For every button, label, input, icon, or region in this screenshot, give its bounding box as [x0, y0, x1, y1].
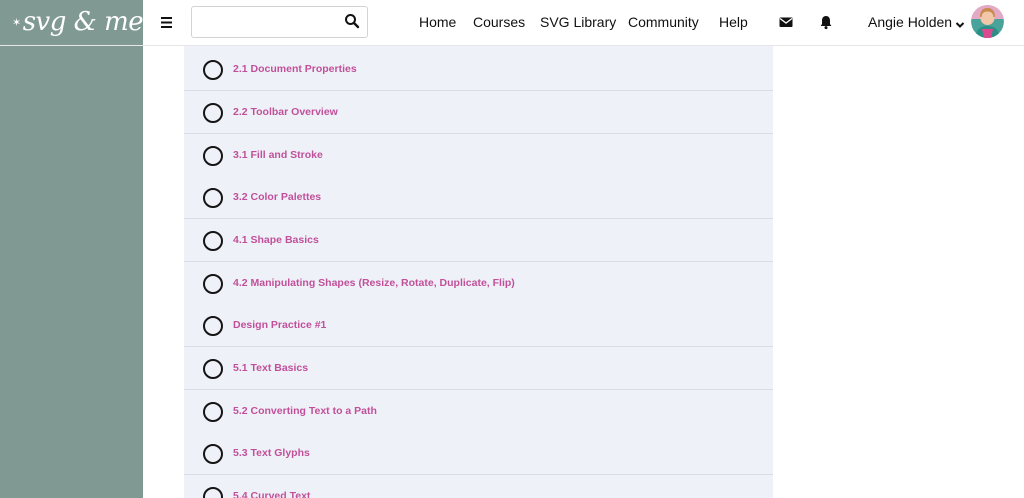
avatar[interactable] [971, 5, 1004, 38]
incomplete-circle-icon[interactable] [203, 316, 223, 336]
lesson-title[interactable]: 2.1 Document Properties [233, 61, 357, 77]
lesson-item[interactable]: 5.4 Curved Text [184, 475, 773, 498]
lesson-title[interactable]: 2.2 Toolbar Overview [233, 104, 338, 120]
lesson-title[interactable]: 3.2 Color Palettes [233, 189, 321, 205]
site-logo[interactable]: ✶svg & me ✶ [10, 5, 156, 40]
incomplete-circle-icon[interactable] [203, 103, 223, 123]
lesson-item[interactable]: 3.1 Fill and Stroke [184, 134, 773, 177]
incomplete-circle-icon[interactable] [203, 359, 223, 379]
lesson-item[interactable]: 2.2 Toolbar Overview [184, 91, 773, 134]
lesson-item[interactable]: 4.2 Manipulating Shapes (Resize, Rotate,… [184, 262, 773, 305]
incomplete-circle-icon[interactable] [203, 60, 223, 80]
incomplete-circle-icon[interactable] [203, 274, 223, 294]
incomplete-circle-icon[interactable] [203, 402, 223, 422]
lesson-item[interactable]: 5.2 Converting Text to a Path [184, 390, 773, 433]
lesson-title[interactable]: 5.4 Curved Text [233, 488, 310, 498]
lesson-item[interactable]: 3.2 Color Palettes [184, 176, 773, 219]
lesson-title[interactable]: 3.1 Fill and Stroke [233, 147, 323, 163]
lesson-title[interactable]: Design Practice #1 [233, 317, 326, 333]
incomplete-circle-icon[interactable] [203, 487, 223, 498]
nav-courses[interactable]: Courses [473, 12, 525, 32]
lesson-title[interactable]: 5.3 Text Glyphs [233, 445, 310, 461]
search-box [191, 6, 368, 38]
lesson-item[interactable]: Design Practice #1 [184, 304, 773, 347]
chevron-down-icon[interactable] [955, 17, 965, 28]
nav-community[interactable]: Community [628, 12, 699, 32]
incomplete-circle-icon[interactable] [203, 231, 223, 251]
lesson-item[interactable]: 4.1 Shape Basics [184, 219, 773, 262]
lesson-title[interactable]: 5.2 Converting Text to a Path [233, 403, 377, 419]
sidebar [0, 45, 143, 498]
incomplete-circle-icon[interactable] [203, 444, 223, 464]
search-icon[interactable] [344, 13, 360, 29]
top-navigation-bar: ✶svg & me ✶ Home Courses SVG Library Comm… [0, 0, 1024, 46]
lesson-item[interactable]: 2.1 Document Properties [184, 48, 773, 91]
logo-text: svg & me [22, 7, 144, 37]
user-name[interactable]: Angie Holden [868, 12, 952, 32]
nav-home[interactable]: Home [419, 12, 456, 32]
sparkle-icon: ✶ [12, 16, 21, 29]
hamburger-icon[interactable] [159, 13, 175, 31]
sparkle-icon: ✶ [145, 16, 154, 29]
logo-area[interactable]: ✶svg & me ✶ [0, 0, 154, 45]
lesson-item[interactable]: 5.3 Text Glyphs [184, 432, 773, 475]
incomplete-circle-icon[interactable] [203, 188, 223, 208]
bell-icon[interactable] [818, 14, 834, 30]
lesson-title[interactable]: 5.1 Text Basics [233, 360, 308, 376]
lesson-item[interactable]: 5.1 Text Basics [184, 347, 773, 390]
lesson-title[interactable]: 4.1 Shape Basics [233, 232, 319, 248]
nav-help[interactable]: Help [719, 12, 748, 32]
incomplete-circle-icon[interactable] [203, 146, 223, 166]
lesson-title[interactable]: 4.2 Manipulating Shapes (Resize, Rotate,… [233, 275, 515, 291]
envelope-icon[interactable] [778, 14, 794, 30]
nav-svg-library[interactable]: SVG Library [540, 12, 616, 32]
search-input[interactable] [192, 7, 332, 35]
lesson-list: 2.1 Document Properties 2.2 Toolbar Over… [184, 45, 773, 498]
